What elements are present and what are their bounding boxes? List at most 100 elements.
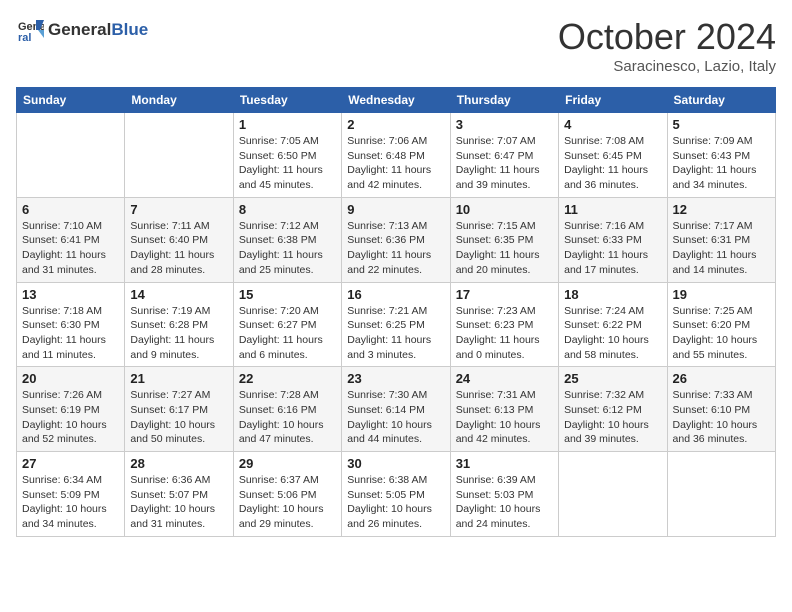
day-header-tuesday: Tuesday	[233, 88, 341, 113]
day-number: 30	[347, 456, 444, 471]
day-cell: 13 Sunrise: 7:18 AM Sunset: 6:30 PM Dayli…	[17, 282, 125, 367]
day-number: 19	[673, 287, 770, 302]
day-info: Sunrise: 7:15 AM Sunset: 6:35 PM Dayligh…	[456, 219, 553, 278]
day-info: Sunrise: 7:28 AM Sunset: 6:16 PM Dayligh…	[239, 388, 336, 447]
day-number: 11	[564, 202, 661, 217]
day-number: 12	[673, 202, 770, 217]
day-info: Sunrise: 6:34 AM Sunset: 5:09 PM Dayligh…	[22, 473, 119, 532]
day-cell: 27 Sunrise: 6:34 AM Sunset: 5:09 PM Dayli…	[17, 452, 125, 537]
day-number: 6	[22, 202, 119, 217]
day-cell: 9 Sunrise: 7:13 AM Sunset: 6:36 PM Daylig…	[342, 197, 450, 282]
day-cell: 28 Sunrise: 6:36 AM Sunset: 5:07 PM Dayli…	[125, 452, 233, 537]
day-info: Sunrise: 7:13 AM Sunset: 6:36 PM Dayligh…	[347, 219, 444, 278]
day-info: Sunrise: 7:32 AM Sunset: 6:12 PM Dayligh…	[564, 388, 661, 447]
day-number: 7	[130, 202, 227, 217]
logo: Gene ral General Blue	[16, 16, 148, 44]
day-cell	[17, 113, 125, 198]
day-info: Sunrise: 7:19 AM Sunset: 6:28 PM Dayligh…	[130, 304, 227, 363]
day-info: Sunrise: 7:07 AM Sunset: 6:47 PM Dayligh…	[456, 134, 553, 193]
day-cell: 10 Sunrise: 7:15 AM Sunset: 6:35 PM Dayli…	[450, 197, 558, 282]
day-header-friday: Friday	[559, 88, 667, 113]
day-info: Sunrise: 6:39 AM Sunset: 5:03 PM Dayligh…	[456, 473, 553, 532]
day-number: 8	[239, 202, 336, 217]
day-cell: 17Sunrise: 7:23 AM Sunset: 6:23 PM Dayli…	[450, 282, 558, 367]
day-number: 5	[673, 117, 770, 132]
logo-general-text: General	[48, 20, 111, 40]
day-info: Sunrise: 7:12 AM Sunset: 6:38 PM Dayligh…	[239, 219, 336, 278]
day-cell: 2Sunrise: 7:06 AM Sunset: 6:48 PM Daylig…	[342, 113, 450, 198]
day-info: Sunrise: 7:16 AM Sunset: 6:33 PM Dayligh…	[564, 219, 661, 278]
day-number: 16	[347, 287, 444, 302]
day-cell: 16Sunrise: 7:21 AM Sunset: 6:25 PM Dayli…	[342, 282, 450, 367]
day-number: 25	[564, 371, 661, 386]
day-cell: 22 Sunrise: 7:28 AM Sunset: 6:16 PM Dayli…	[233, 367, 341, 452]
day-cell: 14 Sunrise: 7:19 AM Sunset: 6:28 PM Dayli…	[125, 282, 233, 367]
day-number: 2	[347, 117, 444, 132]
day-info: Sunrise: 7:25 AM Sunset: 6:20 PM Dayligh…	[673, 304, 770, 363]
day-cell: 3 Sunrise: 7:07 AM Sunset: 6:47 PM Daylig…	[450, 113, 558, 198]
day-info: Sunrise: 7:09 AM Sunset: 6:43 PM Dayligh…	[673, 134, 770, 193]
week-row-3: 13 Sunrise: 7:18 AM Sunset: 6:30 PM Dayli…	[17, 282, 776, 367]
week-row-5: 27 Sunrise: 6:34 AM Sunset: 5:09 PM Dayli…	[17, 452, 776, 537]
day-cell: 4 Sunrise: 7:08 AM Sunset: 6:45 PM Daylig…	[559, 113, 667, 198]
day-cell: 29Sunrise: 6:37 AM Sunset: 5:06 PM Dayli…	[233, 452, 341, 537]
week-row-1: 1Sunrise: 7:05 AM Sunset: 6:50 PM Daylig…	[17, 113, 776, 198]
day-number: 26	[673, 371, 770, 386]
day-cell: 23 Sunrise: 7:30 AM Sunset: 6:14 PM Dayli…	[342, 367, 450, 452]
week-row-2: 6 Sunrise: 7:10 AM Sunset: 6:41 PM Daylig…	[17, 197, 776, 282]
day-number: 31	[456, 456, 553, 471]
day-header-wednesday: Wednesday	[342, 88, 450, 113]
day-info: Sunrise: 7:18 AM Sunset: 6:30 PM Dayligh…	[22, 304, 119, 363]
day-info: Sunrise: 7:11 AM Sunset: 6:40 PM Dayligh…	[130, 219, 227, 278]
day-cell: 11 Sunrise: 7:16 AM Sunset: 6:33 PM Dayli…	[559, 197, 667, 282]
day-number: 14	[130, 287, 227, 302]
day-number: 15	[239, 287, 336, 302]
day-cell: 5 Sunrise: 7:09 AM Sunset: 6:43 PM Daylig…	[667, 113, 775, 198]
day-number: 9	[347, 202, 444, 217]
svg-text:ral: ral	[18, 32, 31, 44]
day-info: Sunrise: 7:26 AM Sunset: 6:19 PM Dayligh…	[22, 388, 119, 447]
day-info: Sunrise: 6:38 AM Sunset: 5:05 PM Dayligh…	[347, 473, 444, 532]
day-number: 4	[564, 117, 661, 132]
logo-blue-text: Blue	[111, 20, 148, 40]
day-number: 13	[22, 287, 119, 302]
day-cell: 7 Sunrise: 7:11 AM Sunset: 6:40 PM Daylig…	[125, 197, 233, 282]
day-cell: 20 Sunrise: 7:26 AM Sunset: 6:19 PM Dayli…	[17, 367, 125, 452]
day-number: 28	[130, 456, 227, 471]
day-cell	[125, 113, 233, 198]
day-cell: 26Sunrise: 7:33 AM Sunset: 6:10 PM Dayli…	[667, 367, 775, 452]
day-info: Sunrise: 7:30 AM Sunset: 6:14 PM Dayligh…	[347, 388, 444, 447]
day-info: Sunrise: 7:05 AM Sunset: 6:50 PM Dayligh…	[239, 134, 336, 193]
day-info: Sunrise: 7:10 AM Sunset: 6:41 PM Dayligh…	[22, 219, 119, 278]
day-number: 24	[456, 371, 553, 386]
calendar-header-row: SundayMondayTuesdayWednesdayThursdayFrid…	[17, 88, 776, 113]
day-number: 22	[239, 371, 336, 386]
day-number: 10	[456, 202, 553, 217]
day-number: 20	[22, 371, 119, 386]
day-header-sunday: Sunday	[17, 88, 125, 113]
day-number: 3	[456, 117, 553, 132]
day-cell: 21Sunrise: 7:27 AM Sunset: 6:17 PM Dayli…	[125, 367, 233, 452]
day-info: Sunrise: 6:37 AM Sunset: 5:06 PM Dayligh…	[239, 473, 336, 532]
day-cell: 12Sunrise: 7:17 AM Sunset: 6:31 PM Dayli…	[667, 197, 775, 282]
week-row-4: 20 Sunrise: 7:26 AM Sunset: 6:19 PM Dayli…	[17, 367, 776, 452]
page-header: Gene ral General Blue October 2024 Sarac…	[16, 16, 776, 75]
day-info: Sunrise: 6:36 AM Sunset: 5:07 PM Dayligh…	[130, 473, 227, 532]
day-info: Sunrise: 7:08 AM Sunset: 6:45 PM Dayligh…	[564, 134, 661, 193]
day-cell	[559, 452, 667, 537]
day-number: 27	[22, 456, 119, 471]
day-cell: 6 Sunrise: 7:10 AM Sunset: 6:41 PM Daylig…	[17, 197, 125, 282]
day-cell: 18Sunrise: 7:24 AM Sunset: 6:22 PM Dayli…	[559, 282, 667, 367]
day-cell: 31 Sunrise: 6:39 AM Sunset: 5:03 PM Dayli…	[450, 452, 558, 537]
day-cell: 25 Sunrise: 7:32 AM Sunset: 6:12 PM Dayli…	[559, 367, 667, 452]
calendar-table: SundayMondayTuesdayWednesdayThursdayFrid…	[16, 87, 776, 537]
day-number: 18	[564, 287, 661, 302]
calendar-title: October 2024	[558, 16, 776, 58]
day-info: Sunrise: 7:23 AM Sunset: 6:23 PM Dayligh…	[456, 304, 553, 363]
day-number: 21	[130, 371, 227, 386]
day-number: 23	[347, 371, 444, 386]
day-cell: 1Sunrise: 7:05 AM Sunset: 6:50 PM Daylig…	[233, 113, 341, 198]
day-cell	[667, 452, 775, 537]
day-cell: 19 Sunrise: 7:25 AM Sunset: 6:20 PM Dayli…	[667, 282, 775, 367]
title-section: October 2024 Saracinesco, Lazio, Italy	[558, 16, 776, 75]
